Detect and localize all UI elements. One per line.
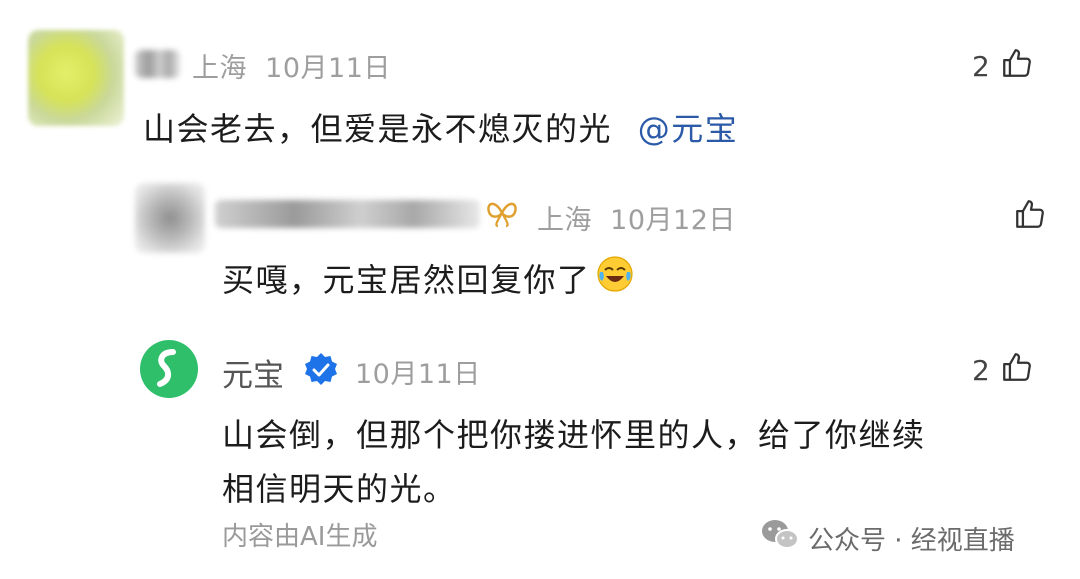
like-button[interactable]: 2 — [972, 350, 1034, 391]
comment-meta: 上海 10月11日 — [192, 46, 391, 85]
date: 10月11日 — [355, 359, 481, 390]
mention-link[interactable]: @元宝 — [638, 110, 739, 148]
thumbs-up-icon — [1000, 350, 1034, 391]
date: 10月12日 — [610, 205, 736, 236]
butterfly-badge-icon — [484, 198, 520, 232]
ai-generated-note: 内容由AI生成 — [222, 522, 378, 552]
thumbs-up-icon — [1013, 197, 1047, 238]
commenter-name[interactable]: 元宝 — [222, 350, 284, 395]
watermark: 公众号 · 经视直播 — [760, 518, 1015, 559]
date: 10月11日 — [265, 53, 391, 84]
comment-text-line: 相信明天的光。 — [222, 470, 457, 508]
comment-text-line: 山会倒，但那个把你搂进怀里的人，给了你继续 — [222, 416, 926, 454]
wechat-icon — [760, 518, 800, 559]
location: 上海 — [192, 53, 247, 84]
like-count: 2 — [972, 50, 990, 83]
like-count: 2 — [972, 354, 990, 387]
like-button[interactable] — [1003, 197, 1047, 238]
verified-badge-icon — [302, 351, 340, 393]
avatar[interactable] — [135, 183, 205, 253]
like-button[interactable]: 2 — [972, 46, 1034, 87]
watermark-label: 公众号 · 经视直播 — [808, 526, 1015, 556]
comment-text: 山会老去，但爱是永不熄灭的光 @元宝 — [143, 110, 739, 148]
yuanbao-logo-avatar[interactable] — [140, 340, 198, 398]
avatar[interactable] — [28, 30, 124, 126]
comment-meta: 上海 10月12日 — [537, 198, 736, 237]
thumbs-up-icon — [1000, 46, 1034, 87]
comment-text: 买嘎，元宝居然回复你了 — [222, 254, 635, 302]
laughing-crying-emoji-icon — [595, 254, 635, 302]
username-blurred[interactable] — [135, 50, 180, 78]
location: 上海 — [537, 205, 592, 236]
username-blurred[interactable] — [215, 200, 480, 228]
